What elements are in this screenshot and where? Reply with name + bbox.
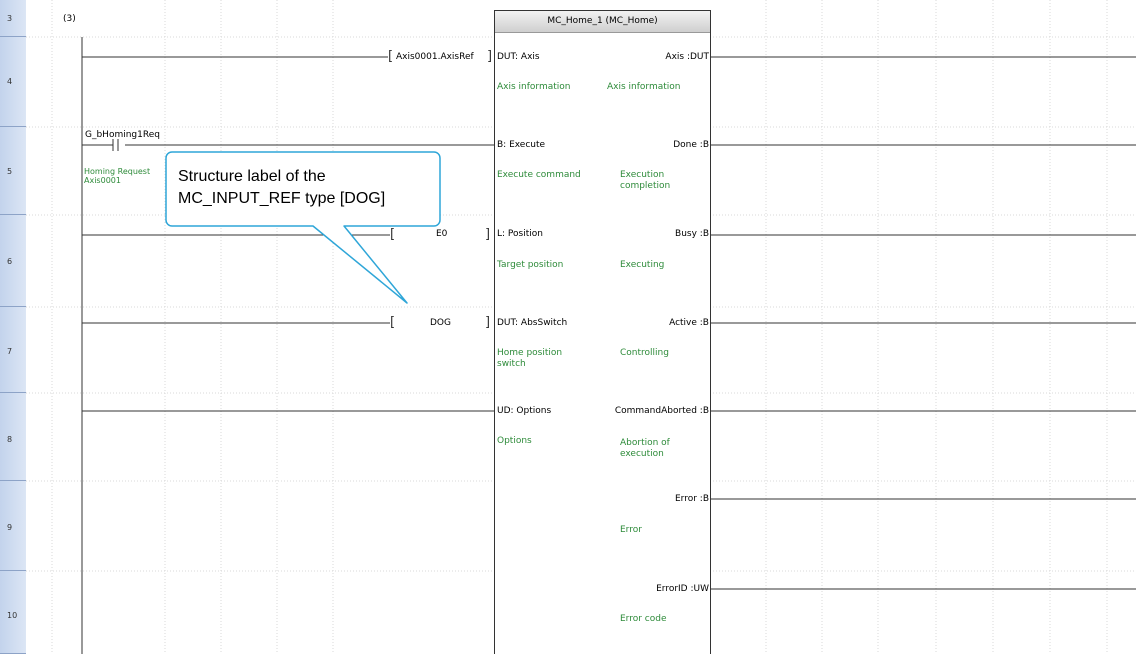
callout-line-2: MC_INPUT_REF type [DOG] [178,190,386,207]
callout-line-1: Structure label of the [178,168,326,185]
callout-balloon [165,151,441,304]
